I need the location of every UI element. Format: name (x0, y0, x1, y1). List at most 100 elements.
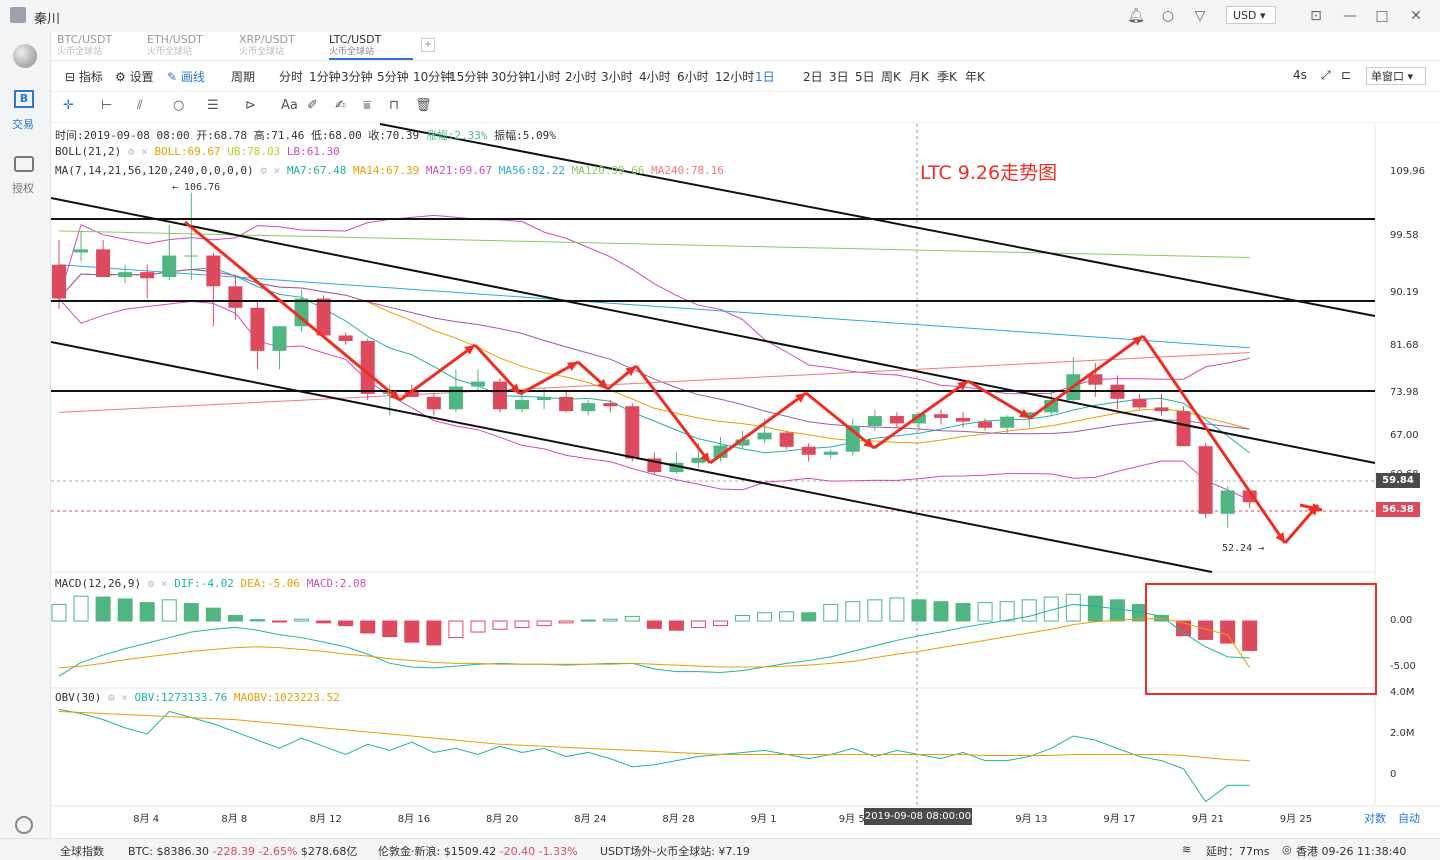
candle-body (206, 255, 221, 287)
candle-body (316, 298, 331, 336)
ma21-value: MA21:69.67 (425, 164, 493, 177)
chart-canvas[interactable] (0, 0, 1440, 838)
info-open: 开:68.78 (196, 129, 247, 142)
macd-bar (514, 620, 530, 628)
analysis-arrow (967, 379, 1031, 420)
macd-axis-label: -5.00 (1390, 661, 1416, 672)
gold-price: $1509.42 (443, 845, 497, 858)
boll-value: BOLL:69.67 (154, 145, 221, 158)
info-time: 时间:2019-09-08 08:00 (55, 129, 190, 142)
macd-bar (382, 620, 398, 638)
macd-bar (338, 620, 354, 627)
candle-body (1154, 407, 1169, 412)
candle-body (1132, 398, 1147, 408)
candle-body (448, 386, 463, 410)
lb-value: LB:61.30 (286, 145, 340, 158)
globe-icon: ◎ (1282, 843, 1292, 856)
ub-value: UB:78.03 (227, 145, 281, 158)
macd-label[interactable]: MACD(12,26,9) (55, 577, 141, 590)
candle-body (889, 416, 904, 424)
candle-body (96, 249, 111, 278)
candle-body (250, 307, 265, 351)
usdt-ticker: USDT场外-火币全球站: ¥7.19 (600, 843, 750, 859)
obv-pane (58, 708, 1250, 803)
candle-body (184, 255, 199, 257)
usdt-price: ¥7.19 (718, 845, 750, 858)
macd-bar (73, 595, 89, 622)
macd-bar (1242, 620, 1258, 651)
macd-bar (867, 599, 883, 622)
legend-settings-icon[interactable]: ⚙ ✕ (128, 145, 148, 158)
btc-price: $8386.30 (156, 845, 210, 858)
time-axis-label: 8月 12 (309, 814, 342, 825)
ma240-value: MA240:78.16 (651, 164, 724, 177)
candle-body (603, 403, 618, 407)
wifi-icon: ≋ (1182, 843, 1192, 856)
boll-legend: BOLL(21,2) ⚙ ✕ BOLL:69.67 UB:78.03 LB:61… (55, 145, 340, 158)
macd-pane (51, 583, 1377, 695)
price-axis-label: 81.68 (1390, 339, 1419, 351)
time-axis-label: 9月 1 (750, 814, 777, 825)
candle-info: 时间:2019-09-08 08:00 开:68.78 高:71.46 低:68… (55, 127, 556, 143)
candle-body (934, 414, 948, 418)
level-price-tag: 59.84 (1376, 473, 1420, 488)
candle-body (956, 417, 971, 422)
dif-value: DIF:-4.02 (174, 577, 234, 590)
candle-body (559, 396, 574, 412)
candle-body (823, 451, 838, 455)
macd-bar (249, 619, 265, 622)
time-axis-label: 9月 25 (1279, 814, 1313, 825)
macd-bar (1021, 599, 1037, 622)
macd-bar (668, 620, 684, 631)
obv-axis-label: 0 (1390, 769, 1397, 780)
gold-change: -20.40 (499, 845, 536, 858)
macd-bar (95, 596, 111, 622)
auto-scale-button[interactable]: 自动 (1398, 810, 1420, 826)
boll-label[interactable]: BOLL(21,2) (55, 145, 121, 158)
macd-bar (139, 602, 155, 622)
macd-bar (117, 598, 133, 622)
ma14-value: MA14:67.39 (353, 164, 420, 177)
macd-bar (889, 597, 905, 622)
dea-value: DEA:-5.06 (240, 577, 301, 590)
candle-body (625, 406, 640, 459)
legend-settings-icon[interactable]: ⚙ ✕ (260, 164, 280, 177)
candle-body (74, 249, 89, 253)
btc-cap: $278.68亿 (300, 845, 358, 858)
candle-body (581, 403, 596, 412)
clock: 香港 09-26 11:38:40 (1296, 845, 1407, 858)
btc-pct: -2.65% (258, 845, 298, 858)
time-axis-label: 8月 28 (662, 814, 695, 825)
macd-bar (602, 618, 618, 622)
macd-bar (272, 620, 287, 623)
latency: 延时：77ms (1206, 845, 1270, 858)
time-axis-label: 8月 4 (133, 814, 160, 825)
current-price-tag: 56.38 (1376, 502, 1420, 517)
candle-body (493, 381, 507, 410)
ma-label[interactable]: MA(7,14,21,56,120,240,0,0,0,0) (55, 164, 254, 177)
global-index-label[interactable]: 全球指数 (60, 843, 104, 859)
obv-axis-label: 4.0M (1390, 687, 1415, 698)
chart-annotation: LTC 9.26走势图 (920, 162, 1058, 184)
price-axis-label: 73.98 (1390, 387, 1419, 399)
macd-bar (690, 620, 706, 628)
candle-body (515, 400, 530, 410)
log-scale-button[interactable]: 对数 (1364, 810, 1386, 826)
ma-legend: MA(7,14,21,56,120,240,0,0,0,0) ⚙ ✕ MA7:6… (55, 164, 724, 177)
info-low: 低:68.00 (310, 129, 362, 142)
macd-bar (580, 619, 596, 622)
highlight-box (1145, 583, 1377, 695)
macd-bar (360, 620, 376, 634)
ma56-value: MA56:82.22 (498, 164, 565, 177)
legend-settings-icon[interactable]: ⚙ ✕ (148, 577, 168, 590)
time-axis-label: 9月 21 (1191, 814, 1224, 825)
obv-label[interactable]: OBV(30) (55, 691, 101, 704)
legend-settings-icon[interactable]: ⚙ ✕ (108, 691, 128, 704)
candle-body (801, 446, 816, 455)
obv-axis-label: 2.0M (1390, 728, 1415, 739)
maobv-line (58, 710, 1250, 762)
ma7-value: MA7:67.48 (286, 164, 347, 177)
macd-bar (205, 607, 221, 622)
time-axis-label: 9月 5 (838, 814, 865, 825)
macd-bar (1220, 620, 1236, 644)
